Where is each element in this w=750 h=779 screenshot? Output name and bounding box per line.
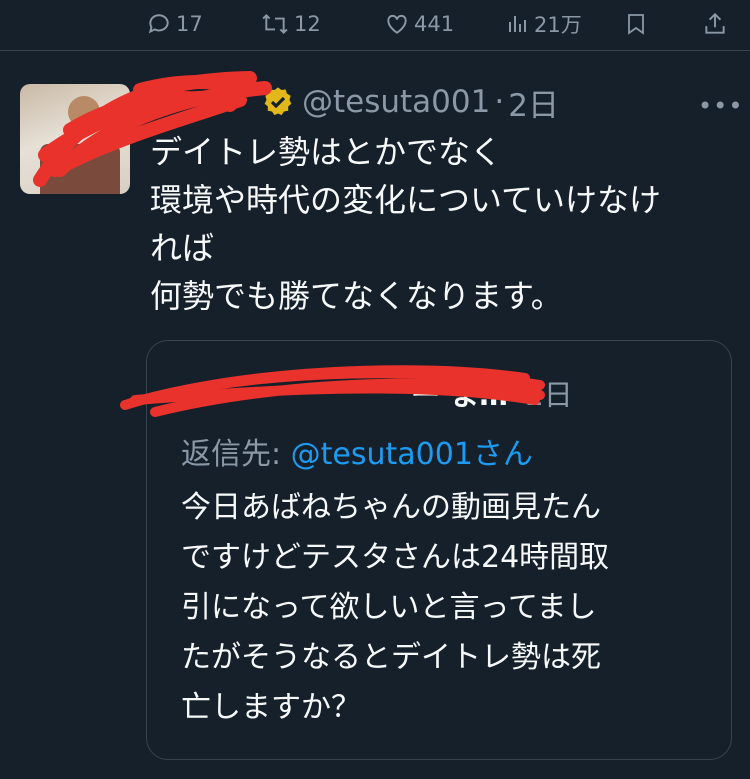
reply-to-label: 返信先: [181, 437, 291, 472]
quoted-time[interactable]: 2日 [525, 372, 572, 414]
quoted-separator: · [512, 376, 522, 410]
retweet-count: 12 [294, 12, 321, 36]
quoted-tweet-header: ー ま… · 2日 [181, 371, 573, 415]
view-count: 21万 [534, 13, 582, 37]
retweet-button[interactable]: 12 [260, 10, 321, 38]
tweet-text: デイトレ勢はとかでなく 環境や時代の変化についていけなけ れば 何勢でも勝てなく… [150, 128, 740, 320]
quoted-author-name[interactable]: ー ま… [411, 372, 508, 414]
avatar[interactable] [20, 84, 130, 194]
more-options-icon[interactable]: ••• [698, 92, 743, 120]
quoted-text-line: 引になって欲しいと言ってまし [181, 590, 597, 625]
tweet-text-line: 環境や時代の変化についていけなけ [150, 181, 662, 219]
share-icon [705, 12, 725, 34]
verified-badge-icon [264, 87, 292, 116]
share-button[interactable] [702, 10, 728, 38]
reply-count: 17 [176, 12, 203, 36]
tweet-separator: · [494, 84, 505, 120]
tweet-action-bar: 17 12 441 21万 [0, 0, 750, 51]
bookmark-button[interactable] [624, 10, 648, 38]
views-button[interactable]: 21万 [506, 10, 582, 38]
reply-button[interactable]: 17 [146, 10, 203, 38]
quoted-text-line: 今日あばねちゃんの動画見たん [181, 490, 601, 525]
tweet-text-line: デイトレ勢はとかでなく [150, 133, 503, 171]
quoted-text-line: たがそうなるとデイトレ勢は死 [181, 640, 601, 675]
reply-to-mention[interactable]: @tesuta001さん [291, 437, 533, 472]
bookmark-icon [628, 14, 644, 35]
reply-to-line: 返信先: @tesuta001さん [181, 429, 533, 473]
retweet-icon [262, 13, 288, 35]
views-icon [509, 16, 526, 32]
like-button[interactable]: 441 [384, 10, 454, 38]
tweet-text-line: れば [150, 229, 215, 267]
tweet-time[interactable]: 2日 [508, 80, 559, 125]
quoted-tweet-text: 今日あばねちゃんの動画見たん ですけどテスタさんは24時間取 引になって欲しいと… [181, 483, 721, 733]
quoted-tweet[interactable]: ー ま… · 2日 返信先: @tesuta001さん 今日あばねちゃんの動画見… [146, 340, 732, 760]
reply-icon [148, 14, 169, 34]
quoted-text-line: ですけどテスタさんは24時間取 [181, 540, 610, 575]
tweet-text-line: 何勢でも勝てなくなります。 [150, 277, 563, 315]
heart-icon [387, 14, 407, 34]
quoted-text-line: 亡しますか？ [181, 690, 361, 725]
tweet-header: @tesuta001 · 2日 [150, 80, 559, 125]
tweet-handle[interactable]: @tesuta001 [302, 84, 490, 120]
like-count: 441 [414, 12, 455, 36]
